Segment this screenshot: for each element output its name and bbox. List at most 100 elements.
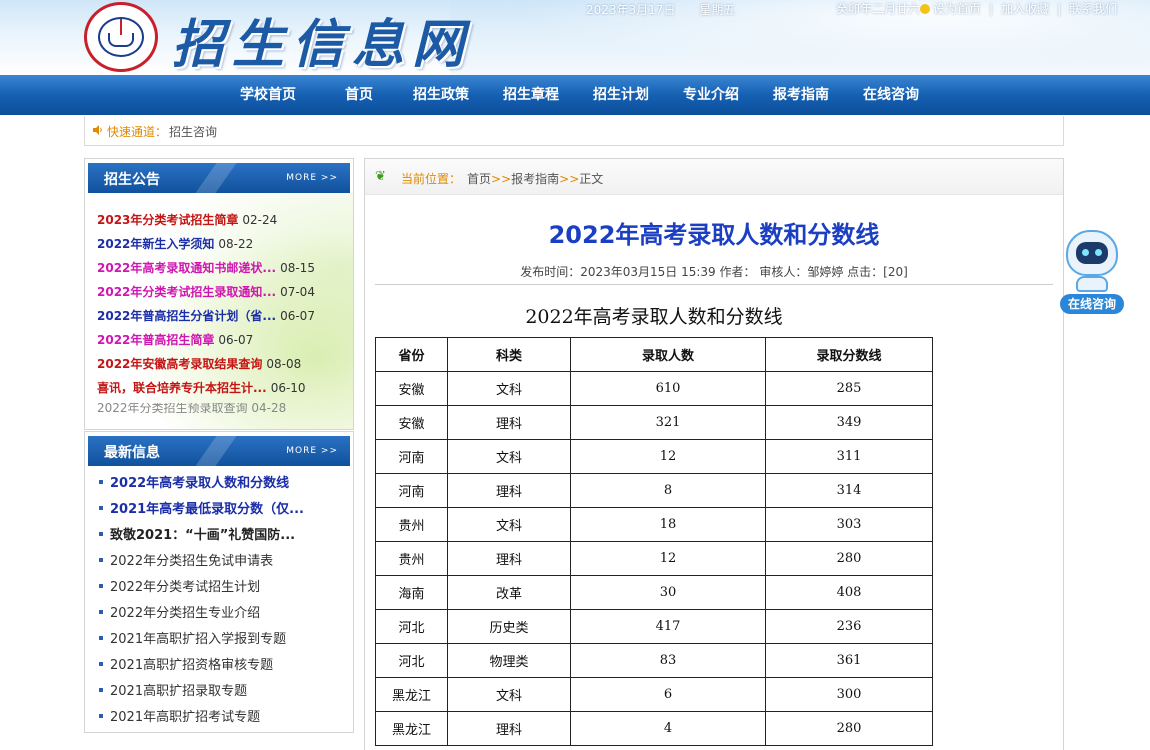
table-cell: 280 — [765, 711, 933, 746]
school-logo[interactable] — [84, 2, 158, 72]
list-item[interactable]: 2022年新生入学须知 08-22 — [97, 235, 315, 259]
table-cell: 理科 — [447, 473, 571, 508]
table-cell: 12 — [570, 541, 766, 576]
table-cell: 历史类 — [447, 609, 571, 644]
table-cell: 610 — [570, 371, 766, 406]
nav-item-policy[interactable]: 招生政策 — [396, 75, 486, 115]
admission-score-table: 省份 科类 录取人数 录取分数线 安徽 文科 610 285 安徽 理科 321 349 河南文… — [375, 337, 933, 746]
main-nav: 学校首页 首页 招生政策 招生章程 招生计划 专业介绍 报考指南 在线咨询 — [0, 75, 1150, 115]
table-cell: 海南 — [375, 575, 448, 610]
notice-box: 招生公告 MORE >> 2023年分类考试招生简章 02-24 2022年新生入… — [84, 158, 354, 430]
table-row: 河北 历史类 417 236 — [375, 609, 933, 644]
table-row: 河北 物理类 83 361 — [375, 643, 933, 678]
table-cell: 河南 — [375, 439, 448, 474]
table-row: 黑龙江 文科 6 300 — [375, 677, 933, 712]
table-cell: 河北 — [375, 609, 448, 644]
list-item[interactable]: 2022年分类考试招生录取通知... 07-04 — [97, 283, 315, 307]
table-cell: 311 — [765, 439, 933, 474]
nav-item-charter[interactable]: 招生章程 — [486, 75, 576, 115]
contact-us-link[interactable]: 联系我们 — [1069, 2, 1117, 16]
list-item[interactable]: 致敬2021：“十画”礼赞国防... — [99, 524, 304, 550]
list-item[interactable]: 2022年安徽高考录取结果查询 08-08 — [97, 355, 315, 379]
list-item[interactable]: 2021高职扩招资格审核专题 — [99, 654, 304, 680]
header-category: 科类 — [447, 337, 571, 372]
divider — [375, 284, 1053, 285]
table-cell: 物理类 — [447, 643, 571, 678]
table-cell: 贵州 — [375, 507, 448, 542]
nav-item-plan[interactable]: 招生计划 — [576, 75, 666, 115]
table-cell: 30 — [570, 575, 766, 610]
table-cell: 280 — [765, 541, 933, 576]
table-cell: 6 — [570, 677, 766, 712]
table-cell: 黑龙江 — [375, 677, 448, 712]
news-more-link[interactable]: MORE >> — [286, 446, 338, 456]
nav-item-guide[interactable]: 报考指南 — [756, 75, 846, 115]
news-list: 2022年高考录取人数和分数线 2021年高考最低录取分数（仅... 致敬202… — [99, 472, 304, 732]
breadcrumb-home[interactable]: 首页 — [467, 172, 491, 186]
list-item[interactable]: 2021高职扩招录取专题 — [99, 680, 304, 706]
table-cell: 349 — [765, 405, 933, 440]
breadcrumb-guide[interactable]: 报考指南 — [511, 172, 559, 186]
article-panel: ❦ 当前位置： 首页>>报考指南>>正文 2022年高考录取人数和分数线 发布时… — [364, 158, 1064, 750]
news-box-header: 最新信息 MORE >> — [88, 436, 350, 466]
bullet-icon — [99, 714, 103, 718]
list-item[interactable]: 2022年分类招生免试申请表 — [99, 550, 304, 576]
list-item[interactable]: 2021年高考最低录取分数（仅... — [99, 498, 304, 524]
notice-box-header: 招生公告 MORE >> — [88, 163, 350, 193]
list-item[interactable]: 2022年普高招生简章 06-07 — [97, 331, 315, 355]
list-item[interactable]: 2023年分类考试招生简章 02-24 — [97, 211, 315, 235]
speaker-icon — [93, 125, 102, 135]
header-score-line: 录取分数线 — [765, 337, 933, 372]
news-box: 最新信息 MORE >> 2022年高考录取人数和分数线 2021年高考最低录取… — [84, 431, 354, 733]
article-meta: 发布时间：2023年03月15日 15:39 作者： 审核人：邹婷婷 点击：[2… — [520, 265, 908, 279]
bullet-icon — [99, 506, 103, 510]
table-cell: 理科 — [447, 711, 571, 746]
list-item[interactable]: 2021年高职扩招考试专题 — [99, 706, 304, 732]
table-cell: 417 — [570, 609, 766, 644]
table-cell: 改革 — [447, 575, 571, 610]
current-date: 2023年3月17日 — [586, 3, 676, 17]
table-cell: 4 — [570, 711, 766, 746]
list-item[interactable]: 2022年高考录取人数和分数线 — [99, 472, 304, 498]
list-item[interactable]: 2022年普高招生分省计划（省... 06-07 — [97, 307, 315, 331]
nav-item-majors[interactable]: 专业介绍 — [666, 75, 756, 115]
table-cell: 文科 — [447, 439, 571, 474]
table-row: 黑龙江 理科 4 280 — [375, 711, 933, 746]
table-row: 海南 改革 30 408 — [375, 575, 933, 610]
quick-access-link[interactable]: 招生咨询 — [169, 123, 217, 140]
robot-icon — [1066, 230, 1118, 276]
list-item[interactable]: 2022年高考录取通知书邮递状... 08-15 — [97, 259, 315, 283]
table-cell: 理科 — [447, 405, 571, 440]
list-item[interactable]: 喜讯，联合培养专升本招生计... 06-10 — [97, 379, 315, 403]
list-item[interactable]: 2022年分类考试招生计划 — [99, 576, 304, 602]
nav-item-consult[interactable]: 在线咨询 — [846, 75, 936, 115]
sun-icon — [920, 4, 931, 14]
nav-item-home[interactable]: 首页 — [322, 75, 396, 115]
breadcrumb-current: 正文 — [579, 172, 604, 186]
table-cell: 安徽 — [375, 405, 448, 440]
nav-item-school-home[interactable]: 学校首页 — [214, 75, 322, 115]
table-row: 河南 理科 8 314 — [375, 473, 933, 508]
set-homepage-link[interactable]: 设为首页 — [933, 2, 981, 16]
add-favorite-link[interactable]: 加入收藏 — [1001, 2, 1049, 16]
table-row: 河南 文科 12 311 — [375, 439, 933, 474]
header-province: 省份 — [375, 337, 448, 372]
list-item[interactable]: 2022年分类招生专业介绍 — [99, 602, 304, 628]
list-item-scrolling[interactable]: 2022年分类招生预录取查询 04-28 — [97, 403, 315, 413]
table-cell: 河南 — [375, 473, 448, 508]
table-cell: 18 — [570, 507, 766, 542]
list-item[interactable]: 2021年高职扩招入学报到专题 — [99, 628, 304, 654]
bullet-icon — [99, 584, 103, 588]
bullet-icon — [99, 688, 103, 692]
bullet-icon — [99, 636, 103, 640]
table-body: 安徽 文科 610 285 安徽 理科 321 349 河南 文科 12 311 河南 理科 8 314 贵州文… — [375, 371, 933, 746]
lunar-date: 癸卯年二月廿六 — [836, 2, 921, 16]
notice-more-link[interactable]: MORE >> — [286, 173, 338, 183]
table-cell: 303 — [765, 507, 933, 542]
bullet-icon — [99, 558, 103, 562]
news-box-title: 最新信息 — [104, 445, 160, 461]
table-cell: 理科 — [447, 541, 571, 576]
online-consult-label[interactable]: 在线咨询 — [1060, 294, 1124, 314]
table-cell: 285 — [765, 371, 933, 406]
online-consult-float[interactable]: 在线咨询 — [1060, 228, 1124, 316]
